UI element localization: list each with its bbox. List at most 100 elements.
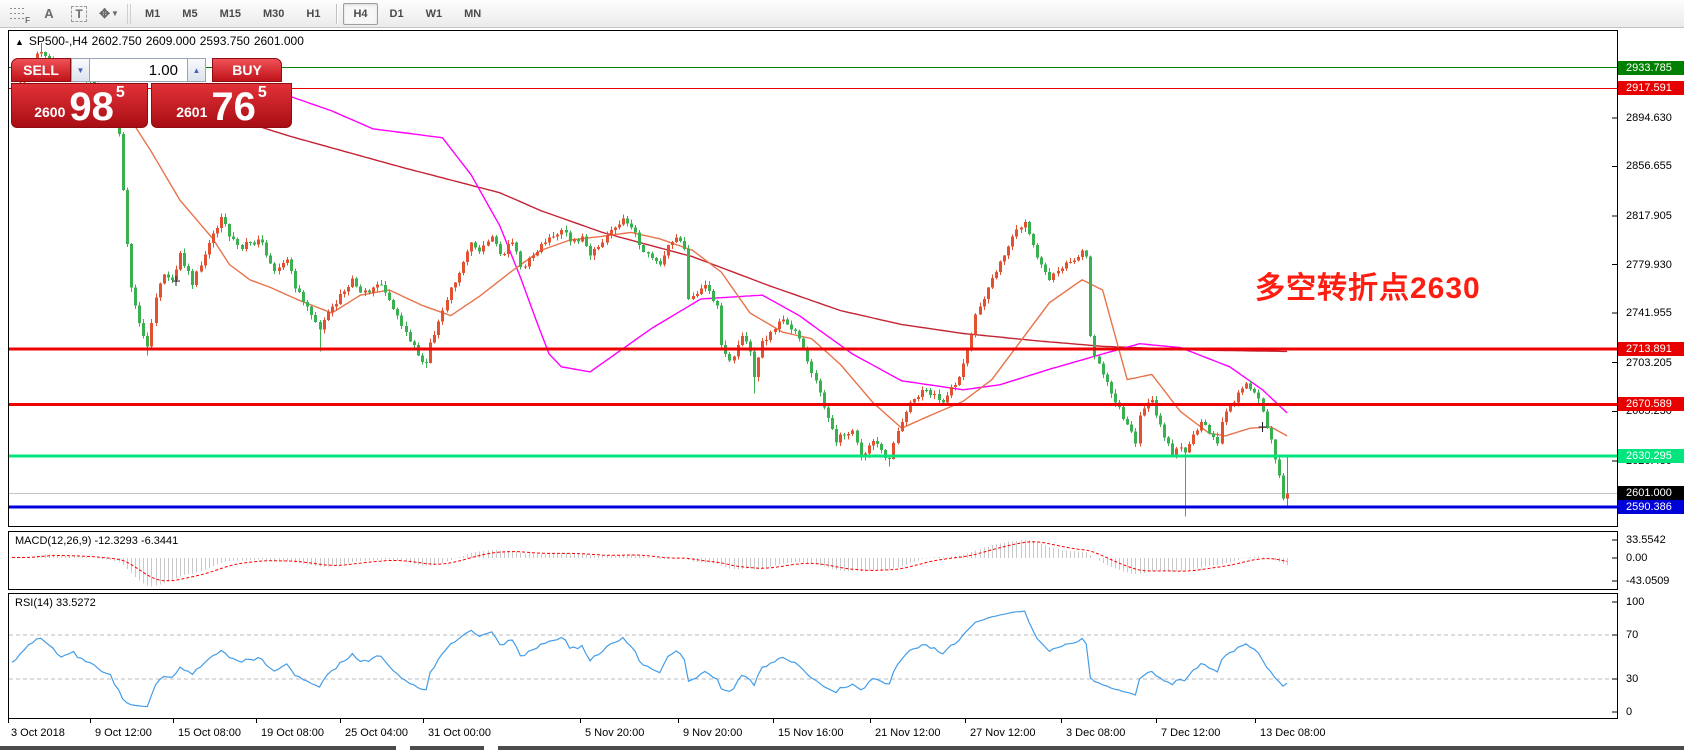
timeframe-button-m15[interactable]: M15 [210, 3, 251, 25]
text-icon: T [71, 6, 86, 22]
text-label-icon: A [44, 6, 53, 21]
timeframe-button-m5[interactable]: M5 [172, 3, 207, 25]
time-axis-label: 9 Oct 12:00 [95, 727, 152, 739]
rsi-scale-tick: 0 [1618, 705, 1684, 719]
timeframe-button-m1[interactable]: M1 [135, 3, 170, 25]
time-axis-tick [678, 719, 679, 723]
time-axis-label: 13 Dec 08:00 [1260, 727, 1325, 739]
sell-price-sup: 5 [116, 84, 125, 102]
symbol-marker-icon: ▲ [15, 37, 24, 47]
macd-canvas[interactable] [9, 532, 1617, 589]
time-axis-tick [965, 719, 966, 723]
macd-scale-tick: 0.00 [1618, 551, 1684, 565]
time-axis-tick [773, 719, 774, 723]
symbol-label: SP500-,H4 [29, 34, 88, 48]
time-axis-tick [8, 719, 9, 723]
price-level-badge: 2590.386 [1618, 500, 1684, 514]
toolbar-grip [127, 4, 131, 24]
bottom-strip-segment [498, 746, 1684, 750]
macd-scale-tick: -43.0509 [1618, 574, 1684, 588]
time-axis-label: 3 Oct 2018 [11, 727, 65, 739]
fibonacci-tool-button[interactable]: F [6, 3, 32, 25]
bottom-strip-segment [0, 746, 396, 750]
time-axis-tick [870, 719, 871, 723]
time-axis-label: 25 Oct 04:00 [345, 727, 408, 739]
arrow-style-tool-button[interactable]: ✥ ▼ [96, 3, 122, 25]
bottom-strip-segment [410, 746, 484, 750]
medium-ma [258, 85, 1287, 413]
buy-button[interactable]: BUY [212, 58, 282, 82]
price-tick: 2741.955 [1618, 306, 1684, 320]
text-label-tool-button[interactable]: A [36, 3, 62, 25]
time-axis-label: 15 Oct 08:00 [178, 727, 241, 739]
ohlc-close: 2601.000 [254, 34, 304, 48]
fibonacci-icon: F [10, 7, 28, 21]
price-tick: 2856.655 [1618, 159, 1684, 173]
chart-annotation-text: 多空转折点2630 [1255, 263, 1481, 307]
volume-increase-button[interactable]: ▲ [187, 58, 206, 82]
timeframe-button-mn[interactable]: MN [454, 3, 491, 25]
time-axis-tick [173, 719, 174, 723]
rsi-scale-tick: 30 [1618, 672, 1684, 686]
time-axis-tick [1156, 719, 1157, 723]
price-tick: 2779.930 [1618, 258, 1684, 272]
time-axis-label: 15 Nov 16:00 [778, 727, 843, 739]
time-axis-label: 3 Dec 08:00 [1066, 727, 1125, 739]
ohlc-high: 2609.000 [146, 34, 196, 48]
time-axis-tick [1255, 719, 1256, 723]
rsi-scale-tick: 70 [1618, 628, 1684, 642]
price-level-badge: 2601.000 [1618, 486, 1684, 500]
volume-decrease-button[interactable]: ▼ [71, 58, 90, 82]
time-axis-tick [580, 719, 581, 723]
price-level-badge: 2670.589 [1618, 397, 1684, 411]
chevron-down-icon: ▼ [111, 9, 119, 18]
main-chart-panel[interactable]: ▲ SP500-,H4 2602.750 2609.000 2593.750 2601.0… [8, 30, 1618, 527]
price-axis: 2894.630 2856.655 2817.905 2779.930 2741.955… [1618, 0, 1684, 750]
sell-button[interactable]: SELL [11, 58, 71, 82]
rsi-panel[interactable]: RSI(14) 33.5272 [8, 593, 1618, 719]
rsi-canvas[interactable] [9, 594, 1617, 718]
price-tick: 2894.630 [1618, 111, 1684, 125]
time-axis-label: 9 Nov 20:00 [683, 727, 742, 739]
slow-ma [258, 126, 1287, 351]
price-level-badge: 2933.785 [1618, 61, 1684, 75]
macd-panel[interactable]: MACD(12,26,9) -12.3293 -6.3441 [8, 531, 1618, 590]
sell-price-tile[interactable]: 2600 98 5 [11, 83, 148, 128]
time-axis-label: 21 Nov 12:00 [875, 727, 940, 739]
volume-input[interactable]: 1.00 [90, 58, 187, 82]
price-level-badge: 2630.295 [1618, 449, 1684, 463]
time-axis-tick [1061, 719, 1062, 723]
time-axis-tick [90, 719, 91, 723]
time-axis-label: 5 Nov 20:00 [585, 727, 644, 739]
timeframe-button-h4[interactable]: H4 [343, 3, 377, 25]
timeframe-button-d1[interactable]: D1 [380, 3, 414, 25]
one-click-trade-panel: SELL ▼ 1.00 ▲ BUY 2600 98 5 2601 76 5 [11, 58, 295, 128]
timeframe-button-w1[interactable]: W1 [416, 3, 453, 25]
time-axis-label: 31 Oct 00:00 [428, 727, 491, 739]
rsi-scale-tick: 100 [1618, 595, 1684, 609]
time-axis-label: 7 Dec 12:00 [1161, 727, 1220, 739]
timeframe-button-m30[interactable]: M30 [253, 3, 294, 25]
time-axis-tick [340, 719, 341, 723]
time-axis-label: 27 Nov 12:00 [970, 727, 1035, 739]
ohlc-open: 2602.750 [92, 34, 142, 48]
price-tick: 2817.905 [1618, 209, 1684, 223]
time-axis-tick [256, 719, 257, 723]
toolbar-separator [336, 4, 337, 24]
macd-scale-tick: 33.5542 [1618, 533, 1684, 547]
time-axis-label: 19 Oct 08:00 [261, 727, 324, 739]
buy-price-handle: 2601 [176, 104, 207, 120]
rsi-label: RSI(14) 33.5272 [15, 597, 96, 609]
sell-price-handle: 2600 [34, 104, 65, 120]
ohlc-low: 2593.750 [200, 34, 250, 48]
buy-price-sup: 5 [258, 84, 267, 102]
macd-label: MACD(12,26,9) -12.3293 -6.3441 [15, 535, 178, 547]
chart-title: ▲ SP500-,H4 2602.750 2609.000 2593.750 2601.0… [15, 34, 308, 48]
arrows-icon: ✥ [99, 6, 110, 22]
price-level-badge: 2713.891 [1618, 342, 1684, 356]
timeframe-button-h1[interactable]: H1 [296, 3, 330, 25]
buy-price-big: 76 [211, 91, 256, 124]
price-tick: 2703.205 [1618, 356, 1684, 370]
buy-price-tile[interactable]: 2601 76 5 [151, 83, 292, 128]
text-tool-button[interactable]: T [66, 3, 92, 25]
